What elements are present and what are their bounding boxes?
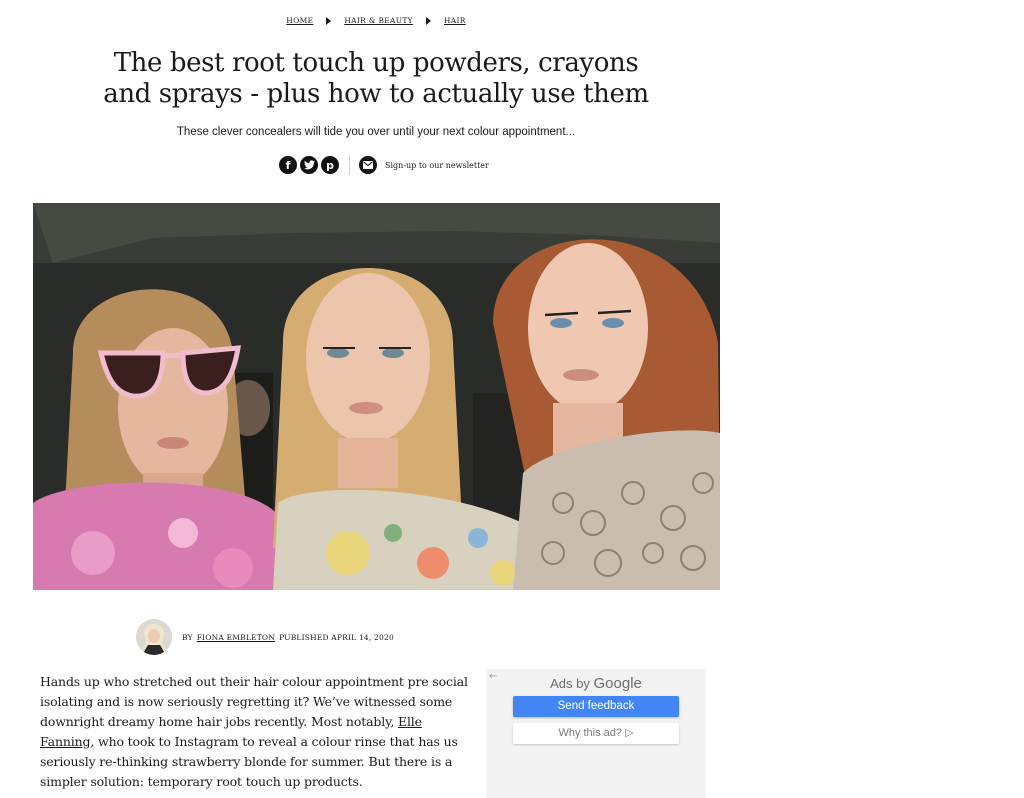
ads-by-text: Ads by [550, 676, 590, 691]
byline: BY FIONA EMBLETON PUBLISHED APRIL 14, 20… [136, 619, 394, 655]
hero-photo [33, 203, 720, 590]
author-avatar[interactable] [136, 619, 172, 655]
twitter-icon [303, 160, 315, 170]
pinterest-icon: p [326, 158, 334, 172]
facebook-icon: f [285, 158, 291, 172]
ads-by-google-label: Ads by Google [486, 675, 706, 692]
breadcrumb-separator-icon [326, 16, 332, 25]
breadcrumb-hair-beauty-link[interactable]: HAIR & BEAUTY [344, 16, 413, 25]
why-this-ad-button[interactable]: Why this ad? ▷ [513, 723, 679, 744]
newsletter-signup-link[interactable]: Sign-up to our newsletter [385, 161, 489, 170]
article-standfirst: These clever concealers will tide you ov… [176, 126, 576, 138]
google-wordmark: Google [593, 675, 642, 692]
body-text-part2: , who took to Instagram to reveal a colo… [40, 734, 458, 789]
author-photo [136, 619, 172, 655]
author-link[interactable]: FIONA EMBLETON [197, 633, 275, 642]
share-bar: f p Sign-up to our newsletter [279, 155, 489, 175]
breadcrumb-separator-icon [425, 16, 431, 25]
pinterest-share-button[interactable]: p [321, 156, 339, 174]
article-title: The best root touch up powders, crayons … [103, 48, 649, 109]
breadcrumb: HOME HAIR & BEAUTY HAIR [0, 16, 752, 25]
breadcrumb-home-link[interactable]: HOME [286, 16, 313, 25]
article-body-paragraph: Hands up who stretched out their hair co… [40, 672, 472, 792]
send-feedback-button[interactable]: Send feedback [513, 696, 679, 717]
hero-image [33, 203, 720, 590]
published-date: PUBLISHED APRIL 14, 2020 [279, 632, 394, 642]
share-divider [349, 155, 350, 175]
breadcrumb-hair-link[interactable]: HAIR [444, 16, 466, 25]
byline-by: BY [182, 632, 193, 642]
twitter-share-button[interactable] [300, 156, 318, 174]
newsletter-button[interactable] [359, 156, 377, 174]
envelope-icon [363, 161, 373, 169]
facebook-share-button[interactable]: f [279, 156, 297, 174]
ad-feedback-panel: ← Ads by Google Send feedback Why this a… [486, 669, 706, 798]
